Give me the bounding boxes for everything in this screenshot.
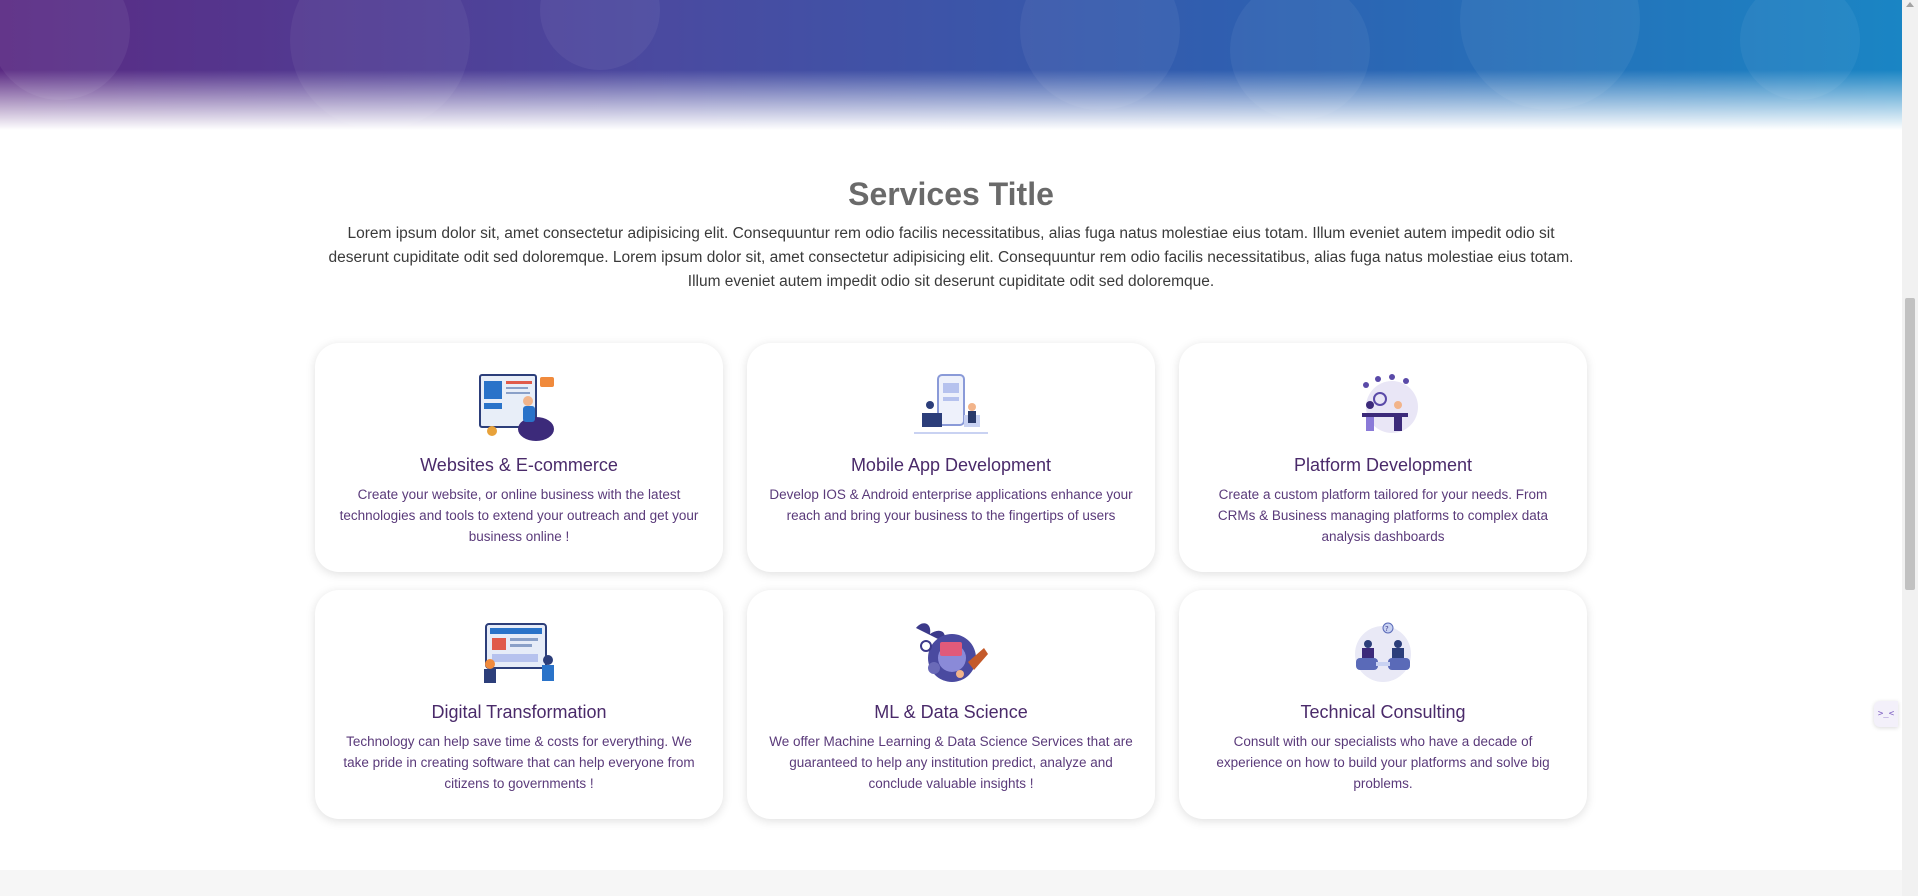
services-title: Services Title	[848, 176, 1054, 212]
services-grid: Websites & E-commerce Create your websit…	[315, 343, 1588, 819]
website-illustration-icon	[479, 374, 554, 441]
service-card-title: ML & Data Science	[874, 702, 1028, 722]
page-scrollbar[interactable]	[1902, 0, 1918, 896]
platform-illustration-icon	[1362, 374, 1418, 433]
hero-banner	[0, 0, 1902, 130]
footer-strip	[0, 870, 1902, 896]
service-card-websites[interactable]: Websites & E-commerce Create your websit…	[315, 343, 723, 572]
service-card-title: Websites & E-commerce	[420, 455, 618, 475]
service-card-description: Create your website, or online business …	[339, 487, 699, 544]
service-card-title: Mobile App Development	[850, 455, 1052, 475]
service-card-description: Technology can help save time & costs fo…	[343, 734, 695, 791]
service-card-description: Create a custom platform tailored for yo…	[1217, 487, 1549, 544]
service-card-platform[interactable]: Platform Development Create a custom pla…	[1179, 343, 1587, 572]
service-card-description: We offer Machine Learning & Data Science…	[769, 734, 1133, 791]
service-card-digital[interactable]: Digital Transformation Technology can he…	[315, 590, 723, 819]
service-card-title: Digital Transformation	[431, 702, 607, 722]
services-intro: Lorem ipsum dolor sit, amet consectetur …	[328, 225, 1574, 290]
hero-fade	[0, 70, 1902, 130]
side-widget-button[interactable]: >_<	[1874, 701, 1898, 727]
scrollbar-thumb[interactable]	[1905, 298, 1915, 590]
service-card-ml[interactable]: ML & Data Science We offer Machine Learn…	[747, 590, 1155, 819]
service-card-title: Technical Consulting	[1300, 702, 1466, 722]
service-card-description: Develop IOS & Android enterprise applica…	[769, 487, 1133, 523]
mobile-app-illustration-icon	[914, 374, 988, 434]
service-card-mobile[interactable]: Mobile App Development Develop IOS & And…	[747, 343, 1155, 572]
digital-transformation-illustration-icon	[484, 623, 554, 683]
service-card-consulting[interactable]: ? Technical Consulting Consult with our …	[1179, 590, 1587, 819]
consulting-illustration-icon: ?	[1355, 622, 1411, 682]
scroll-up-arrow-icon[interactable]	[1906, 2, 1914, 7]
service-card-description: Consult with our specialists who have a …	[1216, 734, 1550, 791]
svg-text:?: ?	[1385, 625, 1389, 633]
ml-data-science-illustration-icon	[916, 623, 988, 682]
service-card-title: Platform Development	[1293, 455, 1473, 475]
